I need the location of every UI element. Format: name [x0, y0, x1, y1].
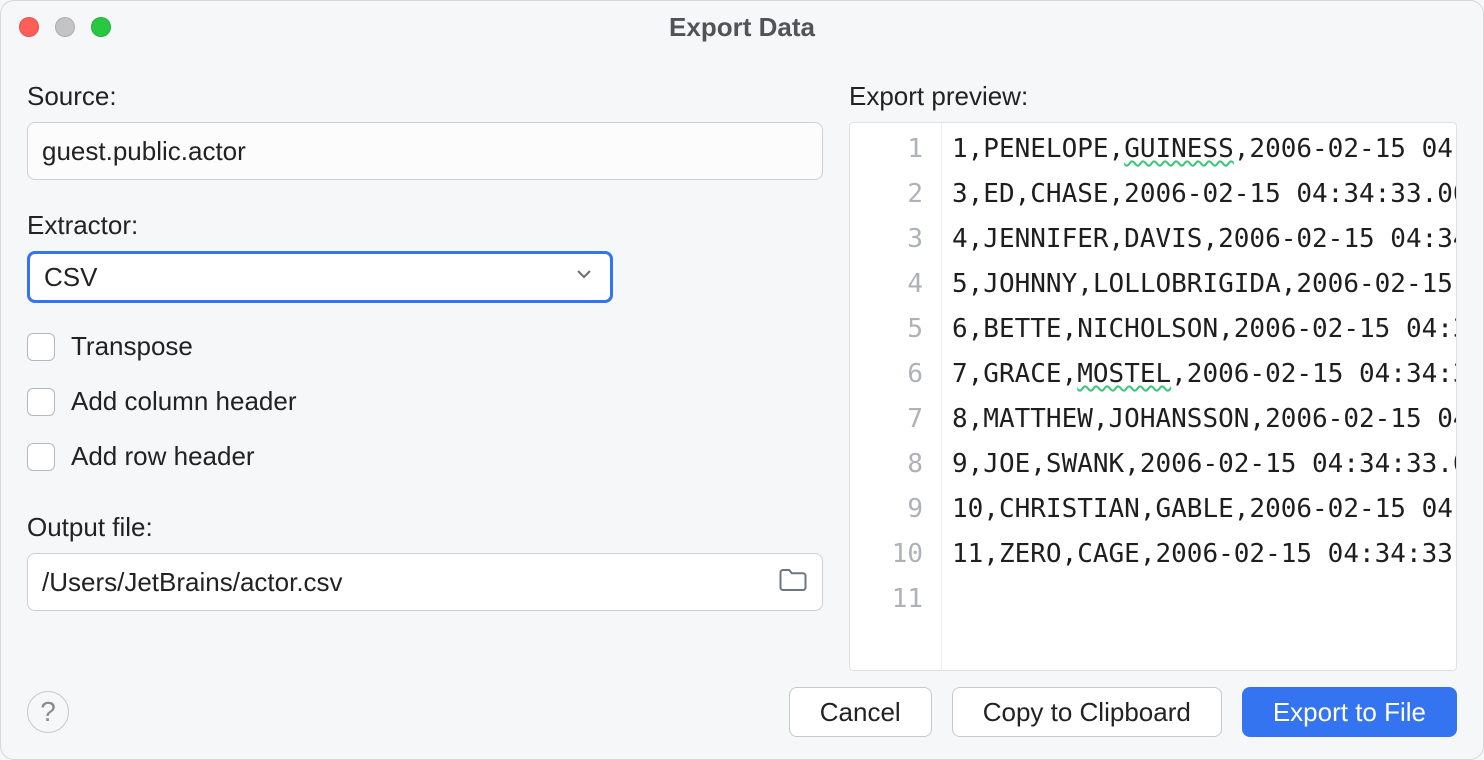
dialog-content: Source: guest.public.actor Extractor: CS… [1, 53, 1483, 681]
preview-line: 1,PENELOPE,GUINESS,2006-02-15 04: [952, 127, 1456, 172]
gutter-line-number: 3 [850, 217, 923, 262]
cancel-button[interactable]: Cancel [789, 687, 932, 737]
gutter-line-number: 8 [850, 442, 923, 487]
gutter-line-number: 1 [850, 127, 923, 172]
traffic-lights [19, 17, 111, 37]
source-field[interactable]: guest.public.actor [27, 122, 823, 180]
gutter-line-number: 9 [850, 487, 923, 532]
gutter-line-number: 4 [850, 262, 923, 307]
gutter-line-number: 5 [850, 307, 923, 352]
export-to-file-button[interactable]: Export to File [1242, 687, 1457, 737]
close-window-button[interactable] [19, 17, 39, 37]
titlebar: Export Data [1, 1, 1483, 53]
preview-line: 5,JOHNNY,LOLLOBRIGIDA,2006-02-15 [952, 262, 1456, 307]
copy-to-clipboard-button[interactable]: Copy to Clipboard [952, 687, 1222, 737]
preview-line: 11,ZERO,CAGE,2006-02-15 04:34:33. [952, 532, 1456, 577]
preview-line: 10,CHRISTIAN,GABLE,2006-02-15 04: [952, 487, 1456, 532]
add-column-header-label: Add column header [71, 386, 296, 417]
preview-line: 3,ED,CHASE,2006-02-15 04:34:33.00 [952, 172, 1456, 217]
transpose-checkbox[interactable] [27, 333, 55, 361]
add-row-header-label: Add row header [71, 441, 255, 472]
preview-line: 6,BETTE,NICHOLSON,2006-02-15 04:3 [952, 307, 1456, 352]
preview-box[interactable]: 1234567891011 1,PENELOPE,GUINESS,2006-02… [849, 122, 1457, 671]
minimize-window-button[interactable] [55, 17, 75, 37]
transpose-label: Transpose [71, 331, 193, 362]
window-title: Export Data [1, 12, 1483, 43]
extractor-label: Extractor: [27, 210, 823, 241]
output-file-field[interactable]: /Users/JetBrains/actor.csv [27, 553, 823, 611]
preview-line: 4,JENNIFER,DAVIS,2006-02-15 04:34 [952, 217, 1456, 262]
form-pane: Source: guest.public.actor Extractor: CS… [27, 81, 823, 671]
extractor-value: CSV [44, 262, 97, 293]
preview-line: 7,GRACE,MOSTEL,2006-02-15 04:34:3 [952, 352, 1456, 397]
folder-icon[interactable] [778, 567, 808, 598]
preview-line [952, 577, 1456, 622]
source-value: guest.public.actor [42, 136, 246, 167]
preview-code: 1,PENELOPE,GUINESS,2006-02-15 04:3,ED,CH… [942, 123, 1456, 670]
extractor-select[interactable]: CSV [27, 251, 613, 303]
gutter-line-number: 11 [850, 577, 923, 622]
gutter-line-number: 10 [850, 532, 923, 577]
add-column-header-checkbox[interactable] [27, 388, 55, 416]
preview-line: 8,MATTHEW,JOHANSSON,2006-02-15 04 [952, 397, 1456, 442]
output-file-label: Output file: [27, 512, 823, 543]
output-file-value: /Users/JetBrains/actor.csv [42, 567, 343, 598]
dialog-footer: ? Cancel Copy to Clipboard Export to Fil… [1, 681, 1483, 759]
zoom-window-button[interactable] [91, 17, 111, 37]
preview-label: Export preview: [849, 81, 1457, 112]
gutter-line-number: 7 [850, 397, 923, 442]
preview-gutter: 1234567891011 [850, 123, 942, 670]
help-icon: ? [40, 696, 56, 728]
gutter-line-number: 6 [850, 352, 923, 397]
source-label: Source: [27, 81, 823, 112]
preview-line: 9,JOE,SWANK,2006-02-15 04:34:33.0 [952, 442, 1456, 487]
gutter-line-number: 2 [850, 172, 923, 217]
help-button[interactable]: ? [27, 691, 69, 733]
add-row-header-checkbox[interactable] [27, 443, 55, 471]
preview-pane: Export preview: 1234567891011 1,PENELOPE… [849, 81, 1457, 671]
chevron-down-icon [572, 262, 596, 293]
